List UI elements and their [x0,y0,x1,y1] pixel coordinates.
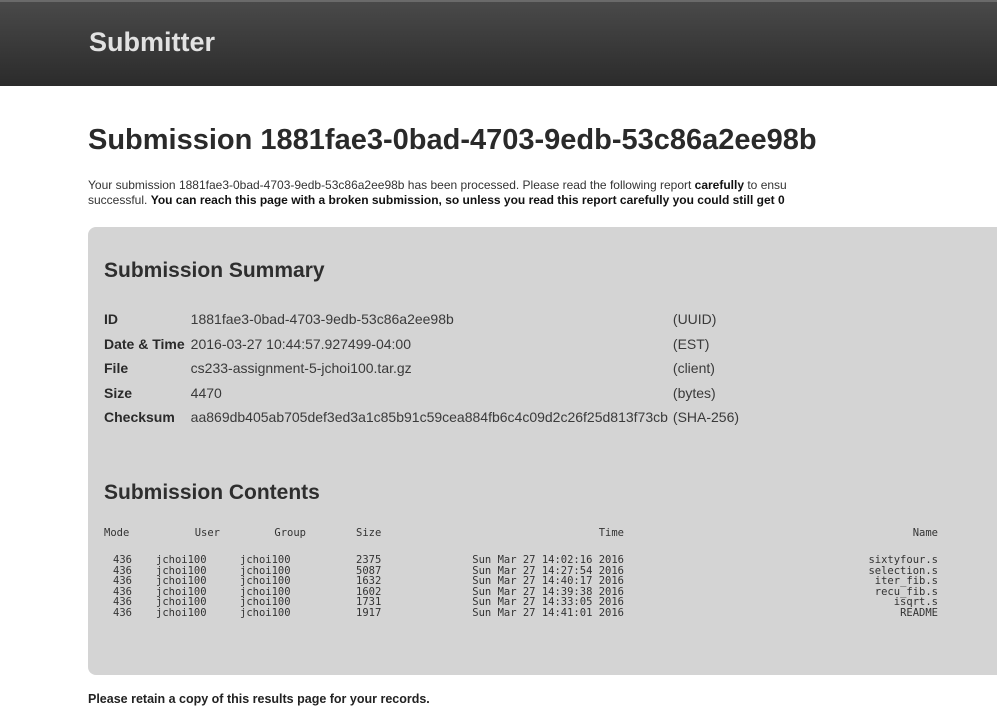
file-cell-group: jchoi100 [240,554,291,566]
file-cell-name: sixtyfour.s [868,554,938,566]
summary-label: Checksum [104,409,175,426]
column-header: Group [274,527,306,539]
summary-table: ID 1881fae3-0bad-4703-9edb-53c86a2ee98b (U… [102,307,742,430]
column-header: User [194,527,220,539]
summary-note: (bytes) [672,384,716,401]
file-cell-time: Sun Mar 27 14:40:17 2016 [472,575,624,587]
intro-text-3: successful. [88,193,151,207]
intro-text-1: Your submission 1881fae3-0bad-4703-9edb-… [88,178,695,192]
brand-logo-text[interactable]: Submitter [89,27,215,58]
page-title: Submission 1881fae3-0bad-4703-9edb-53c86… [88,124,817,156]
summary-value: cs233-assignment-5-jchoi100.tar.gz [190,360,412,377]
summary-row: Date & Time 2016-03-27 10:44:57.927499-04… [102,332,742,357]
summary-row: Size 4470 (bytes) [102,381,742,406]
top-navbar: Submitter [0,0,997,86]
summary-row: File cs233-assignment-5-jchoi100.tar.gz (c… [102,356,742,381]
summary-row: Checksum aa869db405ab705def3ed3a1c85b91c5… [102,405,742,430]
summary-note: (UUID) [672,311,717,328]
summary-row: ID 1881fae3-0bad-4703-9edb-53c86a2ee98b (U… [102,307,742,332]
summary-note: (client) [672,360,715,377]
summary-value: 1881fae3-0bad-4703-9edb-53c86a2ee98b [190,311,454,328]
column-header: Mode [104,527,130,539]
submission-contents-panel: Submission Contents Mode User Group Size Tim… [88,447,997,675]
intro-text-2: to ensu [744,178,787,192]
file-cell-mode: 436 [113,554,132,566]
summary-label: Size [104,384,133,401]
file-cell-mode: 436 [113,596,132,608]
file-cell-time: Sun Mar 27 14:33:05 2016 [472,596,624,608]
file-cell-name: isqrt.s [893,596,938,608]
summary-label: File [104,360,129,377]
summary-note: (EST) [672,335,710,352]
intro-paragraph: Your submission 1881fae3-0bad-4703-9edb-… [88,178,997,208]
intro-warning: You can reach this page with a broken su… [150,193,785,207]
summary-value: 2016-03-27 10:44:57.927499-04:00 [190,335,411,352]
summary-label: Date & Time [104,335,185,352]
file-cell-group: jchoi100 [240,606,291,619]
file-cell-group: jchoi100 [240,596,291,608]
file-cell-size: 1731 [356,596,382,608]
file-cell-mode: 436 [113,575,132,587]
file-cell-user: jchoi100 [156,606,207,619]
file-cell-time: Sun Mar 27 14:02:16 2016 [472,554,624,566]
column-header: Name [912,527,938,539]
summary-note: (SHA-256) [672,409,740,426]
file-cell-user: jchoi100 [156,554,207,566]
summary-label: ID [104,311,118,328]
file-cell-user: jchoi100 [156,575,207,587]
file-cell-size: 1917 [356,606,382,619]
summary-value: 4470 [190,384,222,401]
file-cell-size: 1632 [356,575,382,587]
intro-emphasis-carefully: carefully [694,178,745,192]
column-header: Size [356,527,382,539]
column-header: Time [598,527,624,539]
file-cell-name: iter_fib.s [874,575,938,587]
file-cell-name: README [900,606,938,619]
file-cell-user: jchoi100 [156,596,207,608]
file-cell-size: 2375 [356,554,382,566]
records-footnote: Please retain a copy of this results pag… [88,692,430,706]
summary-value: aa869db405ab705def3ed3a1c85b91c59cea884f… [190,409,668,426]
file-cell-mode: 436 [113,606,132,619]
contents-heading: Submission Contents [104,481,320,504]
file-cell-time: Sun Mar 27 14:41:01 2016 [472,606,624,619]
file-cell-group: jchoi100 [240,575,291,587]
summary-heading: Submission Summary [104,259,325,282]
